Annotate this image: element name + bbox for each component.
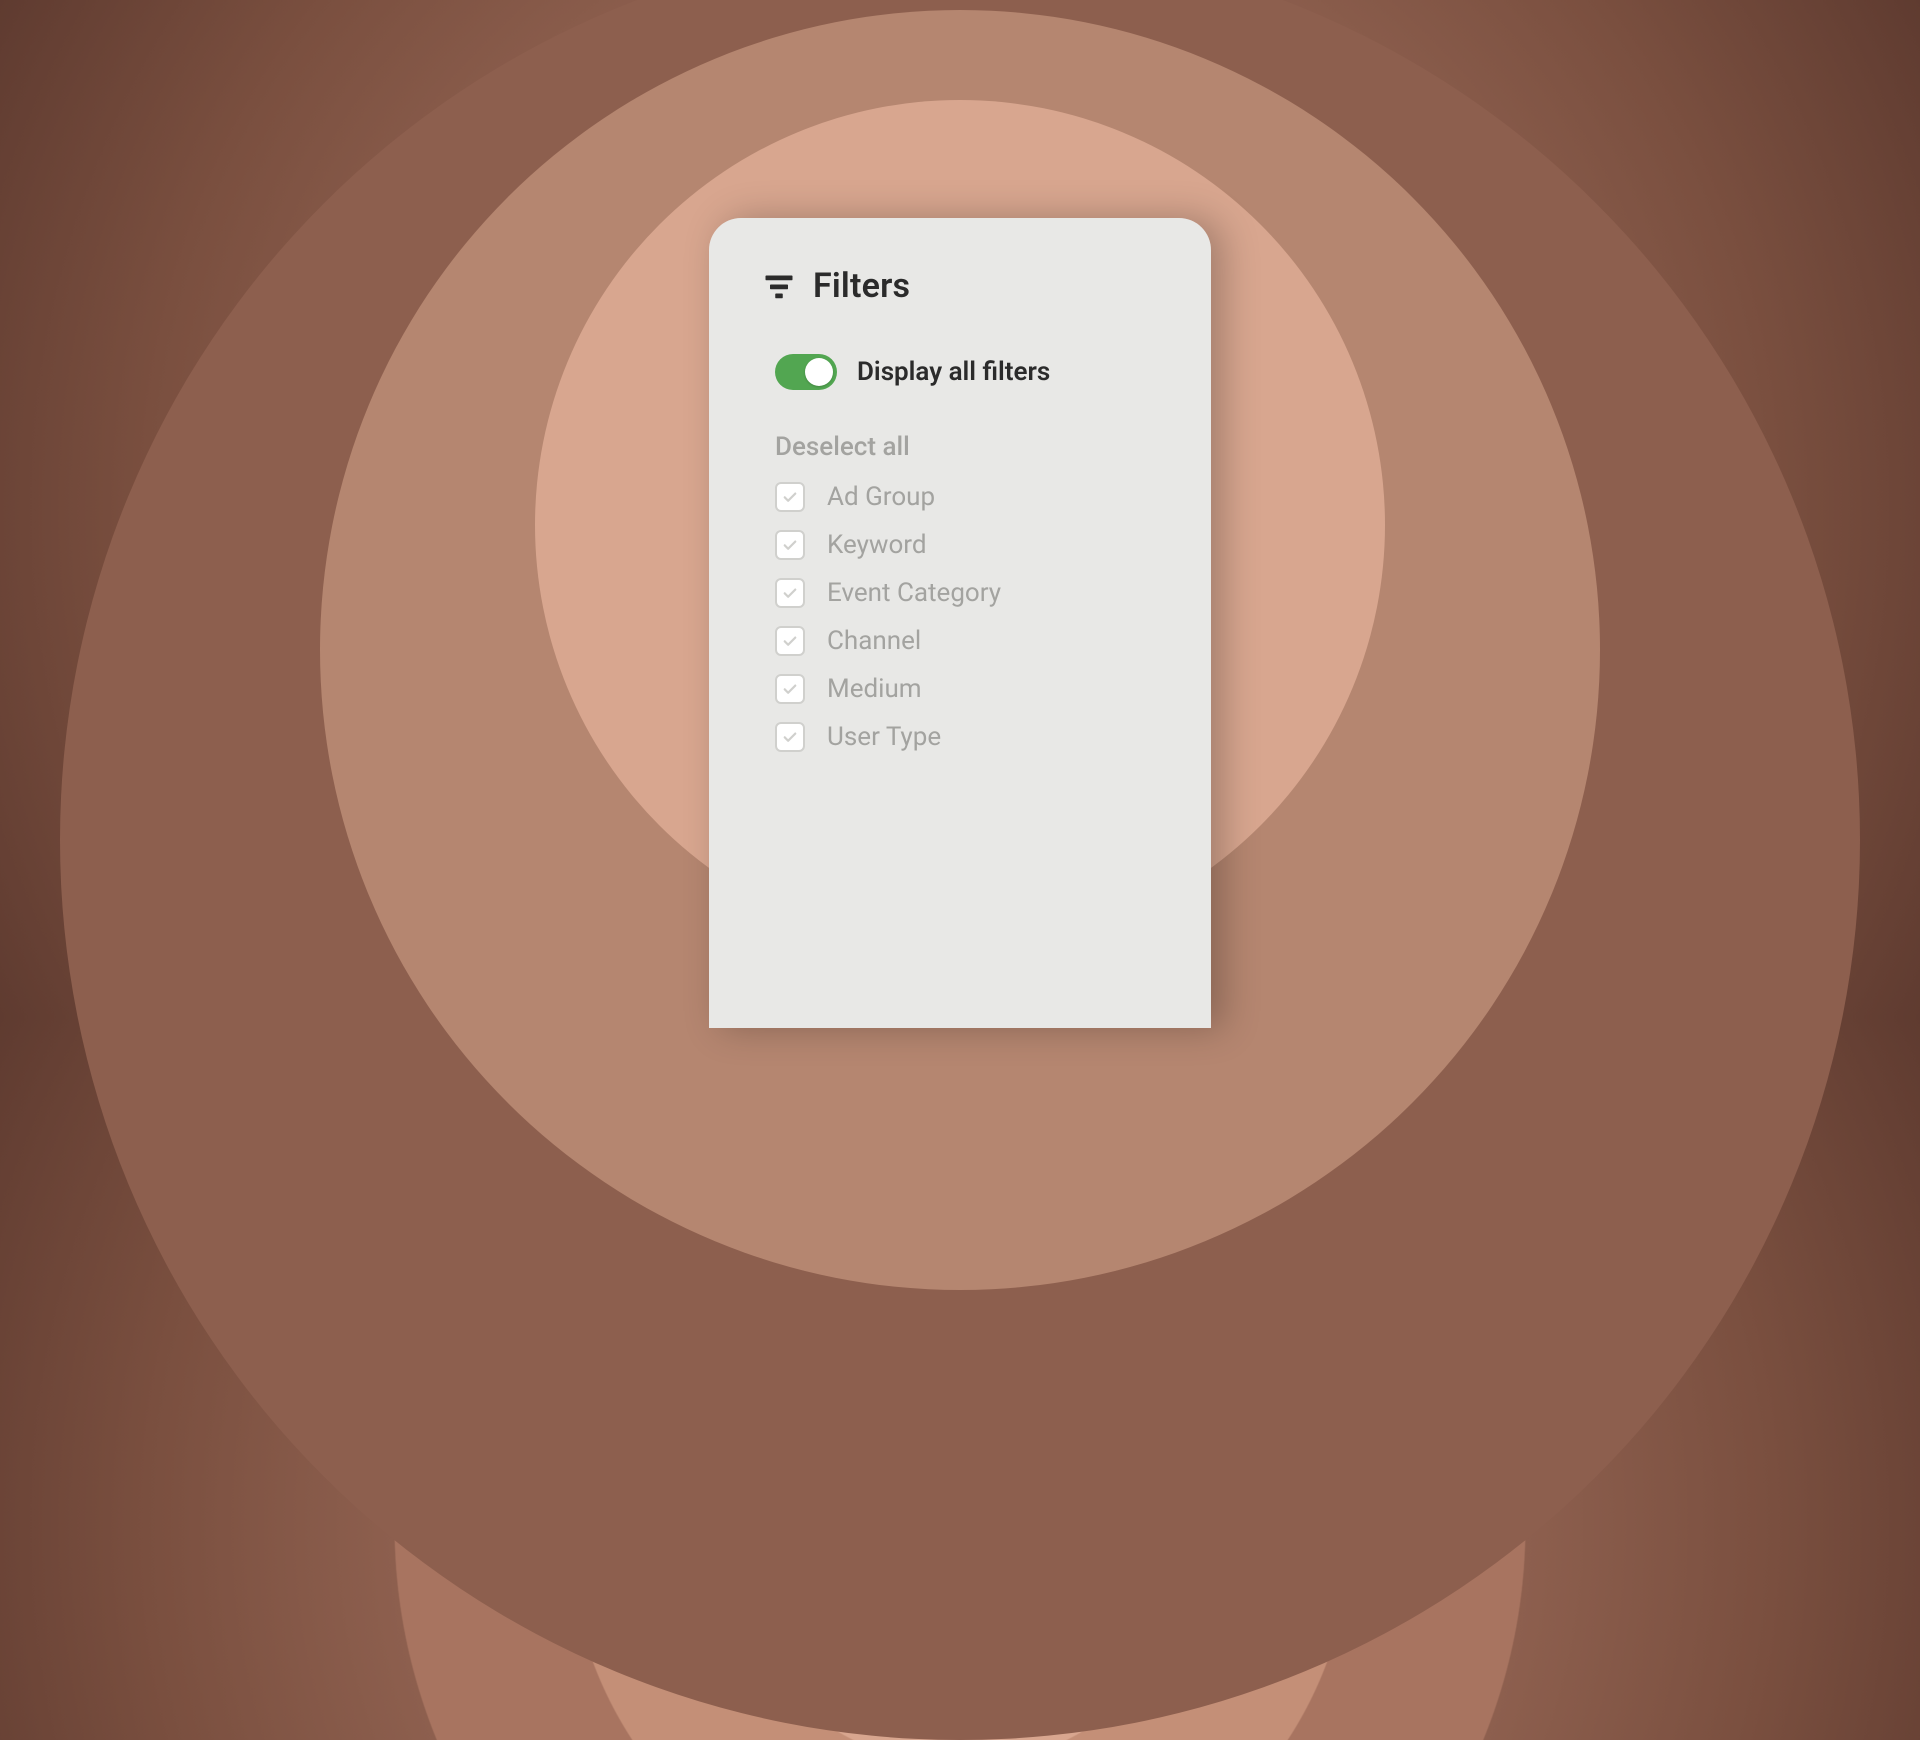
checkbox-medium[interactable] bbox=[775, 674, 805, 704]
display-all-toggle-label: Display all filters bbox=[857, 357, 1050, 387]
checkbox-user-type[interactable] bbox=[775, 722, 805, 752]
filter-icon bbox=[761, 268, 797, 304]
panel-header: Filters bbox=[761, 266, 1159, 306]
filter-label: User Type bbox=[827, 722, 941, 752]
filter-label: Medium bbox=[827, 674, 922, 704]
checkbox-event-category[interactable] bbox=[775, 578, 805, 608]
panel-title: Filters bbox=[813, 266, 910, 306]
checkbox-ad-group[interactable] bbox=[775, 482, 805, 512]
display-all-toggle[interactable] bbox=[775, 354, 837, 390]
filter-item-keyword[interactable]: Keyword bbox=[775, 530, 1159, 560]
filter-label: Ad Group bbox=[827, 482, 935, 512]
filter-list: Ad Group Keyword Event Category Channel bbox=[775, 482, 1159, 752]
filters-panel: Filters Display all filters Deselect all… bbox=[709, 218, 1211, 1028]
check-icon bbox=[781, 632, 799, 650]
filter-item-channel[interactable]: Channel bbox=[775, 626, 1159, 656]
filter-item-ad-group[interactable]: Ad Group bbox=[775, 482, 1159, 512]
checkbox-keyword[interactable] bbox=[775, 530, 805, 560]
check-icon bbox=[781, 488, 799, 506]
filter-label: Event Category bbox=[827, 578, 1001, 608]
check-icon bbox=[781, 680, 799, 698]
deselect-all-link[interactable]: Deselect all bbox=[775, 432, 1159, 462]
filter-label: Channel bbox=[827, 626, 921, 656]
filter-item-medium[interactable]: Medium bbox=[775, 674, 1159, 704]
filter-item-user-type[interactable]: User Type bbox=[775, 722, 1159, 752]
display-all-toggle-row: Display all filters bbox=[775, 354, 1159, 390]
check-icon bbox=[781, 584, 799, 602]
check-icon bbox=[781, 536, 799, 554]
checkbox-channel[interactable] bbox=[775, 626, 805, 656]
check-icon bbox=[781, 728, 799, 746]
filter-label: Keyword bbox=[827, 530, 927, 560]
filter-item-event-category[interactable]: Event Category bbox=[775, 578, 1159, 608]
toggle-knob bbox=[805, 358, 833, 386]
